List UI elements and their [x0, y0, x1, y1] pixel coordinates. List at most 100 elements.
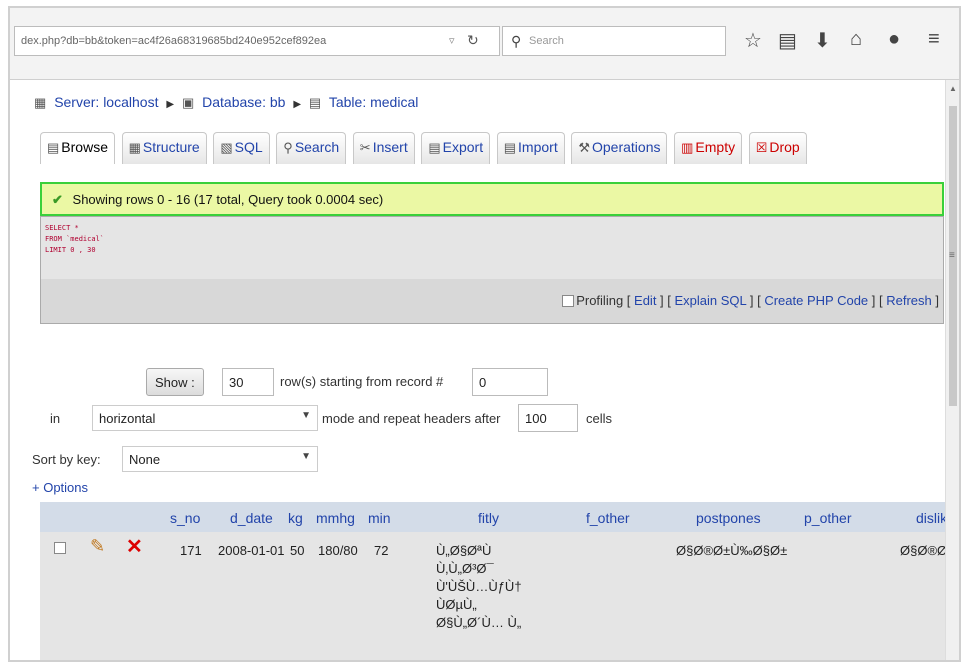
cells-label: cells [586, 411, 613, 426]
sql-line: SELECT * [45, 224, 79, 232]
cell-fitly-line: ÙØµÙ„ [436, 597, 477, 612]
search-placeholder: Search [529, 35, 564, 47]
breadcrumb-table[interactable]: Table: medical [329, 94, 419, 110]
cell-fitly-line: Ù‚Ù„Ø³Ø¯ [436, 561, 494, 576]
sql-code: SELECT * FROM `medical` LIMIT 0 , 30 [45, 223, 104, 256]
success-message: ✔ Showing rows 0 - 16 (17 total, Query t… [40, 182, 944, 216]
menu-icon[interactable]: ≡ [928, 28, 940, 51]
show-button[interactable]: Show : [146, 368, 204, 396]
column-header-mmhg[interactable]: mmhg [316, 510, 355, 526]
home-icon[interactable]: ⌂ [850, 28, 862, 51]
edit-link[interactable]: Edit [634, 293, 656, 308]
pencil-icon[interactable]: ✎ [90, 536, 105, 557]
tab-sql[interactable]: ▧ SQL [213, 132, 270, 164]
tab-export[interactable]: ▤ Export [421, 132, 491, 164]
breadcrumb-server[interactable]: Server: localhost [54, 94, 158, 110]
drop-icon: ☒ [755, 140, 768, 155]
sql-line: FROM `medical` [45, 235, 105, 243]
refresh-link[interactable]: Refresh [886, 293, 932, 308]
column-header-postpones[interactable]: postpones [696, 510, 761, 526]
tab-drop[interactable]: ☒ Drop [748, 132, 807, 164]
tab-label: Export [442, 139, 484, 155]
chevron-right-icon: ▶ [166, 99, 175, 110]
chevron-right-icon: ▶ [293, 99, 302, 110]
sort-by-label: Sort by key: [32, 452, 101, 467]
scroll-grip-icon: ≡ [949, 250, 955, 261]
cell-d-date: 2008-01-01 [218, 543, 285, 558]
vertical-scrollbar[interactable]: ▲ ≡ [945, 80, 959, 660]
explain-sql-link[interactable]: Explain SQL [675, 293, 747, 308]
repeat-headers-input[interactable]: 100 [518, 404, 578, 432]
column-header-kg[interactable]: kg [288, 510, 303, 526]
url-bar[interactable]: dex.php?db=bb&token=ac4f26a68319685bd240… [14, 26, 500, 56]
checkmark-icon: ✔ [52, 192, 63, 207]
breadcrumb-database[interactable]: Database: bb [202, 94, 285, 110]
import-icon: ▤ [503, 140, 517, 155]
tab-label: Browse [61, 139, 108, 155]
tab-label: SQL [234, 139, 263, 155]
tab-label: Insert [372, 139, 408, 155]
tab-search[interactable]: ⚲ Search [276, 132, 347, 164]
success-text: Showing rows 0 - 16 (17 total, Query too… [72, 192, 384, 207]
column-header-dislik[interactable]: dislik [916, 510, 947, 526]
insert-icon: ✂ [359, 140, 371, 155]
sql-links: Profiling [ Edit ] [ Explain SQL ] [ Cre… [562, 293, 939, 308]
reload-icon[interactable]: ↻ [467, 32, 479, 49]
browser-toolbar: dex.php?db=bb&token=ac4f26a68319685bd240… [10, 8, 959, 80]
sort-by-select[interactable]: None ▼ [122, 446, 318, 472]
row-checkbox[interactable] [54, 542, 66, 554]
column-header-f-other[interactable]: f_other [586, 510, 630, 526]
download-icon[interactable]: ⬇ [814, 28, 831, 53]
tab-label: Search [294, 139, 340, 155]
column-header-fitly[interactable]: fitly [478, 510, 499, 526]
tab-label: Import [518, 139, 558, 155]
starting-label: row(s) starting from record # [280, 374, 444, 389]
start-record-input[interactable]: 0 [472, 368, 548, 396]
tab-insert[interactable]: ✂ Insert [352, 132, 415, 164]
sql-icon: ▧ [220, 140, 233, 155]
delete-icon[interactable]: ✕ [126, 534, 143, 559]
cell-min: 72 [374, 543, 389, 558]
scroll-up-arrow-icon[interactable]: ▲ [949, 84, 957, 93]
tab-empty[interactable]: ▥ Empty [674, 132, 743, 164]
browser-search-input[interactable]: ⚲ Search [502, 26, 726, 56]
tab-import[interactable]: ▤ Import [496, 132, 565, 164]
cell-fitly-line: Ù„Ø§ØªÙ [436, 543, 492, 558]
structure-icon: ▦ [128, 140, 141, 155]
column-header-p-other[interactable]: p_other [804, 510, 851, 526]
reading-list-icon[interactable]: ▤ [778, 28, 797, 53]
profiling-checkbox[interactable] [562, 295, 575, 307]
url-dropdown-icon[interactable]: ▿ [449, 34, 455, 47]
column-header-s-no[interactable]: s_no [170, 510, 200, 526]
url-text[interactable]: dex.php?db=bb&token=ac4f26a68319685bd240… [21, 35, 326, 47]
chevron-down-icon: ▼ [301, 451, 311, 462]
tab-operations[interactable]: ⚒ Operations [571, 132, 668, 164]
display-mode-select[interactable]: horizontal ▼ [92, 405, 318, 431]
create-php-code-link[interactable]: Create PHP Code [764, 293, 868, 308]
search-icon: ⚲ [283, 140, 293, 155]
mode-label: mode and repeat headers after [322, 411, 501, 426]
results-table: s_no d_date kg mmhg min fitly f_other po… [40, 502, 958, 660]
sort-by-value: None [129, 452, 161, 467]
table-row: ✎ ✕ 171 2008-01-01 50 180/80 72 Ù„Ø§ØªÙ … [40, 532, 958, 660]
options-link[interactable]: + Options [32, 480, 88, 495]
chat-icon[interactable]: ● [888, 28, 900, 51]
tab-label: Operations [592, 139, 661, 155]
rows-input[interactable]: 30 [222, 368, 274, 396]
cell-s-no: 171 [180, 543, 202, 558]
chevron-down-icon: ▼ [301, 410, 311, 421]
column-header-min[interactable]: min [368, 510, 391, 526]
database-icon: ▣ [181, 95, 195, 110]
cell-fitly-line: Ø§Ù„Ø´Ù… Ù„ [436, 615, 522, 630]
tab-browse[interactable]: ▤ Browse [40, 132, 115, 164]
bookmark-star-icon[interactable]: ☆ [744, 28, 762, 53]
tab-label: Structure [142, 139, 200, 155]
tab-structure[interactable]: ▦ Structure [121, 132, 207, 164]
table-icon: ▤ [308, 95, 322, 110]
in-label: in [50, 411, 61, 426]
cell-mmhg: 180/80 [318, 543, 358, 558]
cell-postpones: Ø§Ø®Ø±Ù‰Ø§Ø± [676, 543, 788, 558]
tab-label: Drop [769, 139, 800, 155]
column-header-d-date[interactable]: d_date [230, 510, 273, 526]
operations-icon: ⚒ [578, 140, 590, 155]
